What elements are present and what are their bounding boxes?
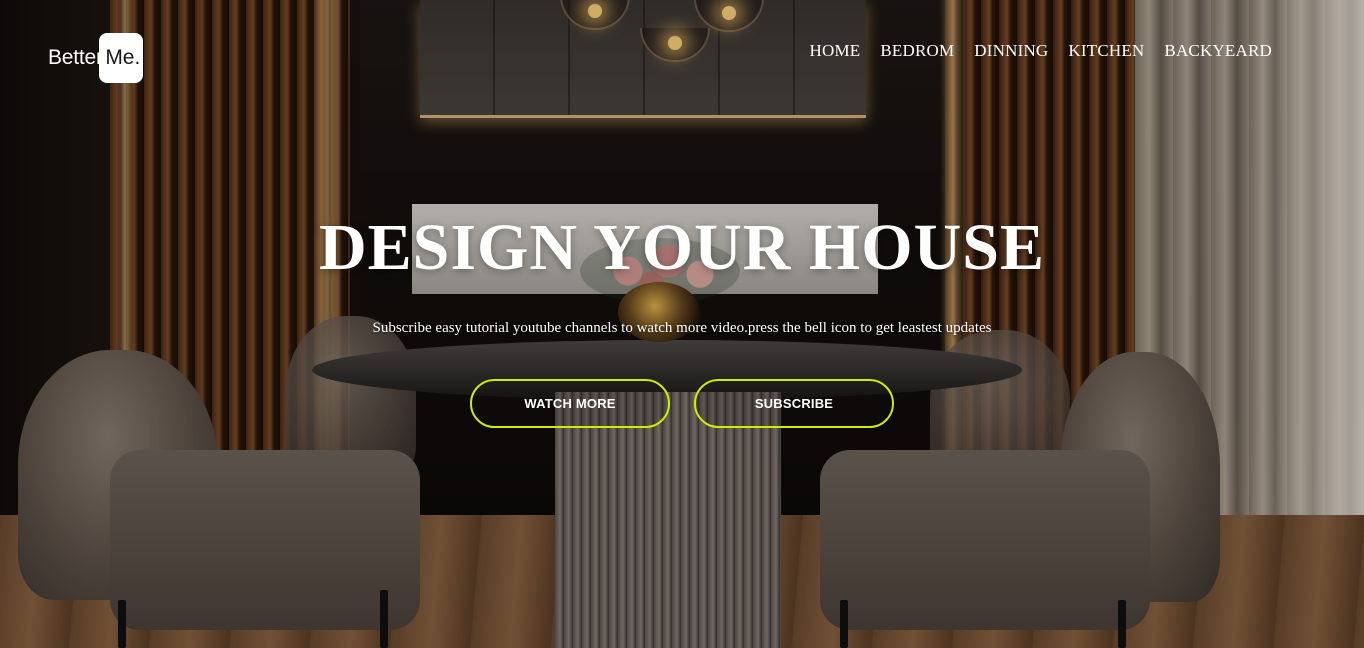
watch-more-button[interactable]: WATCH MORE: [470, 379, 670, 428]
brand-badge: Me.: [98, 33, 143, 83]
hero-subtitle: Subscribe easy tutorial youtube channels…: [372, 320, 992, 336]
hero-title: DESIGN YOUR HOUSE: [318, 211, 1046, 284]
main-nav: HOME BEDROM DINNING KITCHEN BACKYEARD: [810, 41, 1273, 61]
subscribe-button[interactable]: SUBSCRIBE: [694, 379, 894, 428]
nav-bedroom[interactable]: BEDROM: [880, 41, 954, 61]
nav-dining[interactable]: DINNING: [974, 41, 1048, 61]
nav-home[interactable]: HOME: [810, 41, 861, 61]
nav-kitchen[interactable]: KITCHEN: [1068, 41, 1144, 61]
brand-badge-text: Me.: [105, 46, 141, 69]
brand-text: Better: [48, 46, 103, 69]
nav-backyard[interactable]: BACKYEARD: [1164, 41, 1272, 61]
brand-logo[interactable]: Better Me.: [48, 32, 143, 84]
